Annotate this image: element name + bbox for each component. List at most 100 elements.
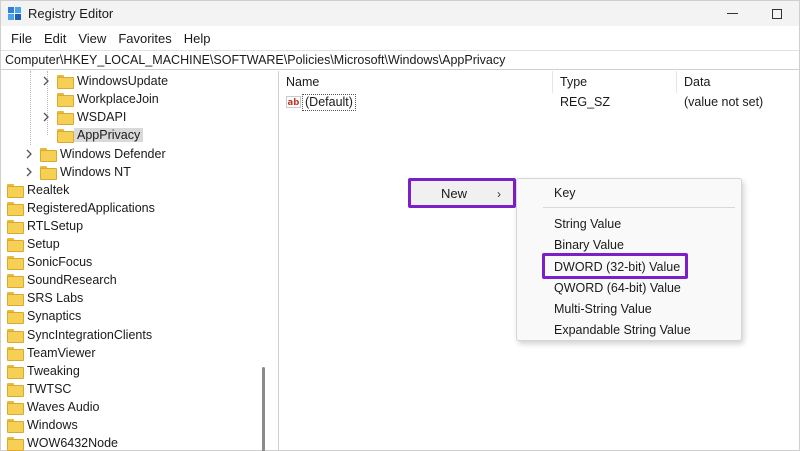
chevron-right-icon[interactable] <box>41 76 51 86</box>
tree-item-label: Windows <box>27 418 78 432</box>
tree-item-windows-nt[interactable]: Windows NT <box>24 163 131 181</box>
tree-item-sonicfocus[interactable]: SonicFocus <box>7 253 92 271</box>
submenu-separator <box>543 207 735 208</box>
folder-icon <box>57 75 74 89</box>
value-type-default: REG_SZ <box>560 95 611 109</box>
tree-item-label: RTLSetup <box>27 219 84 233</box>
tree-item-soundresearch[interactable]: SoundResearch <box>7 271 117 289</box>
tree-item-label: SyncIntegrationClients <box>27 328 153 342</box>
maximize-icon <box>772 8 782 19</box>
folder-icon <box>7 419 24 433</box>
tree-item-label: Windows Defender <box>60 147 166 161</box>
folder-icon <box>7 256 24 270</box>
column-header-name[interactable]: Name <box>279 71 553 93</box>
folder-icon <box>7 401 24 415</box>
tree-item-label: SonicFocus <box>27 255 93 269</box>
tree-item-registeredapplications[interactable]: RegisteredApplications <box>7 199 155 217</box>
value-data-default: (value not set) <box>684 95 764 109</box>
tree-item-label: TeamViewer <box>27 346 96 360</box>
window-title: Registry Editor <box>28 6 114 21</box>
registry-editor-window: Registry Editor File Edit View Favorites… <box>0 0 800 451</box>
menu-file[interactable]: File <box>5 31 38 46</box>
tree-item-setup[interactable]: Setup <box>7 235 60 253</box>
registry-tree: WindowsUpdate WorkplaceJoin WSDAPI AppPr… <box>1 71 273 451</box>
chevron-right-icon[interactable] <box>41 112 51 122</box>
column-header-type[interactable]: Type <box>553 71 677 93</box>
submenu-qword-value[interactable]: QWORD (64-bit) Value <box>554 278 681 298</box>
tree-item-label: Realtek <box>27 183 70 197</box>
menu-bar: File Edit View Favorites Help <box>1 27 217 49</box>
folder-icon <box>7 310 24 324</box>
folder-icon <box>7 347 24 361</box>
folder-icon <box>7 274 24 288</box>
tree-item-label: SRS Labs <box>27 291 84 305</box>
string-value-icon: ab <box>286 96 301 108</box>
folder-icon <box>7 329 24 343</box>
folder-icon <box>57 129 74 143</box>
tree-item-waves-audio[interactable]: Waves Audio <box>7 398 100 416</box>
column-header-data[interactable]: Data <box>677 71 800 93</box>
svg-text:ab: ab <box>288 98 300 108</box>
title-bar: Registry Editor <box>1 1 799 26</box>
new-menu-label: New <box>441 185 468 201</box>
submenu-arrow-icon: › <box>497 187 501 201</box>
tree-item-syncintegrationclients[interactable]: SyncIntegrationClients <box>7 326 152 344</box>
menu-edit[interactable]: Edit <box>38 31 72 46</box>
folder-icon <box>57 93 74 107</box>
tree-item-label: Windows NT <box>60 165 131 179</box>
folder-icon <box>7 220 24 234</box>
minimize-button[interactable] <box>717 1 747 26</box>
tree-item-label: Tweaking <box>27 364 80 378</box>
tree-item-wsdapi[interactable]: WSDAPI <box>41 108 126 126</box>
menu-view[interactable]: View <box>72 31 112 46</box>
submenu-string-value[interactable]: String Value <box>554 214 621 234</box>
folder-icon <box>7 365 24 379</box>
tree-item-teamviewer[interactable]: TeamViewer <box>7 344 96 362</box>
tree-item-windowsupdate[interactable]: WindowsUpdate <box>41 72 168 90</box>
value-name-default[interactable]: (Default) <box>302 94 356 111</box>
tree-item-label: WindowsUpdate <box>77 74 169 88</box>
tree-item-label: Synaptics <box>27 309 82 323</box>
tree-item-label: AppPrivacy <box>74 128 144 142</box>
tree-item-label: WOW6432Node <box>27 436 119 450</box>
tree-item-windows[interactable]: Windows <box>7 416 78 434</box>
tree-item-twtsc[interactable]: TWTSC <box>7 380 71 398</box>
tree-item-realtek[interactable]: Realtek <box>7 181 69 199</box>
folder-icon <box>7 383 24 397</box>
tree-item-label: WSDAPI <box>77 110 127 124</box>
tree-scrollbar[interactable] <box>262 367 265 451</box>
menu-favorites[interactable]: Favorites <box>112 31 177 46</box>
tree-item-wow6432node[interactable]: WOW6432Node <box>7 434 118 451</box>
address-bar[interactable]: Computer\HKEY_LOCAL_MACHINE\SOFTWARE\Pol… <box>1 50 799 70</box>
folder-icon <box>7 202 24 216</box>
tree-item-rtlsetup[interactable]: RTLSetup <box>7 217 83 235</box>
submenu-key[interactable]: Key <box>554 183 576 203</box>
tree-item-label: Setup <box>27 237 60 251</box>
menu-help[interactable]: Help <box>178 31 217 46</box>
folder-icon <box>7 292 24 306</box>
tree-item-label: Waves Audio <box>27 400 100 414</box>
folder-icon <box>7 184 24 198</box>
submenu-multi-string-value[interactable]: Multi-String Value <box>554 299 652 319</box>
tree-item-label: TWTSC <box>27 382 72 396</box>
context-menu-new[interactable]: New › <box>408 178 516 208</box>
tree-item-label: RegisteredApplications <box>27 201 155 215</box>
tree-item-synaptics[interactable]: Synaptics <box>7 307 81 325</box>
tree-guide-line <box>30 71 31 145</box>
tree-item-appprivacy[interactable]: AppPrivacy <box>57 126 144 144</box>
tree-item-windows-defender[interactable]: Windows Defender <box>24 145 166 163</box>
folder-icon <box>40 166 57 180</box>
registry-editor-icon <box>8 6 22 21</box>
folder-icon <box>57 111 74 125</box>
tree-item-tweaking[interactable]: Tweaking <box>7 362 80 380</box>
tree-item-workplacejoin[interactable]: WorkplaceJoin <box>57 90 159 108</box>
submenu-binary-value[interactable]: Binary Value <box>554 235 624 255</box>
submenu-expandable-string-value[interactable]: Expandable String Value <box>554 320 691 340</box>
tree-item-label: WorkplaceJoin <box>77 92 159 106</box>
maximize-button[interactable] <box>762 1 792 26</box>
chevron-right-icon[interactable] <box>24 149 34 159</box>
tree-item-srs-labs[interactable]: SRS Labs <box>7 289 83 307</box>
folder-icon <box>7 437 24 451</box>
dword-highlight-box <box>542 253 688 279</box>
chevron-right-icon[interactable] <box>24 167 34 177</box>
